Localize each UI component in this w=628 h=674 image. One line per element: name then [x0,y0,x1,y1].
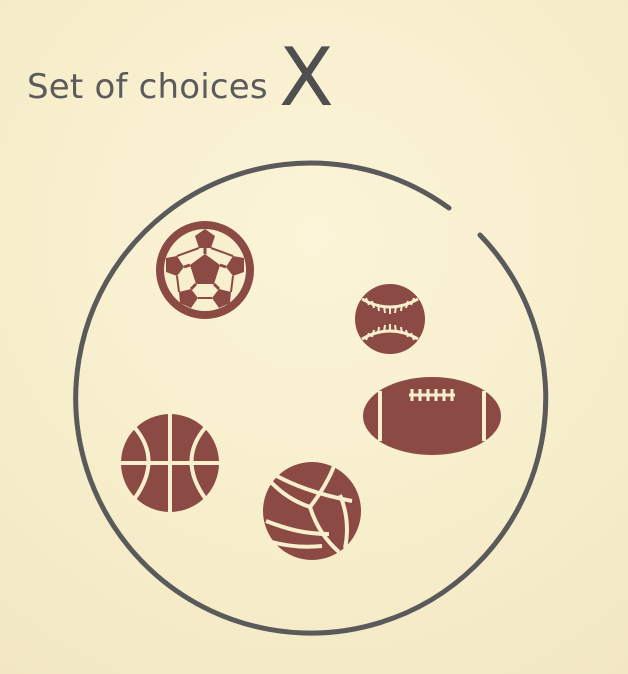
set-diagram [73,160,549,636]
diagram-canvas: Set of choices X [0,0,628,674]
baseball-icon [355,284,425,354]
soccer-ball-icon [156,221,254,319]
volleyball-icon [263,462,361,560]
american-football-icon [363,377,501,455]
basketball-icon [121,414,219,512]
